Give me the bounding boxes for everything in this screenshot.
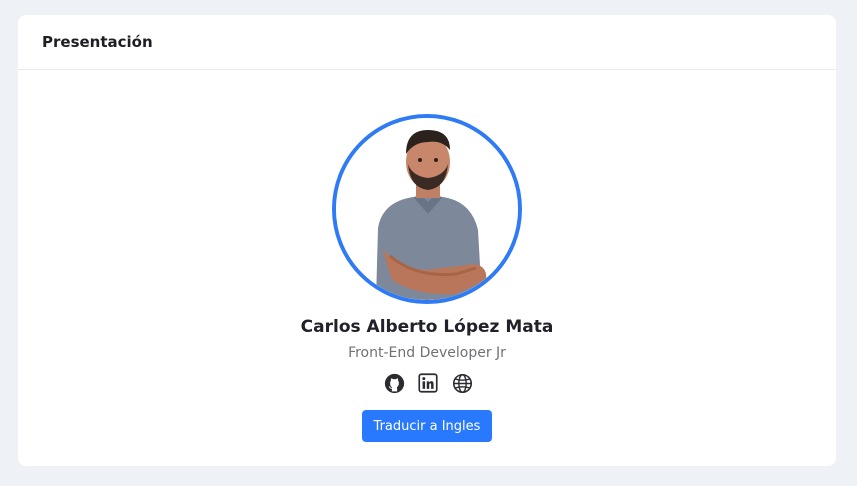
avatar [332, 114, 522, 304]
profile-role: Front-End Developer Jr [348, 345, 506, 361]
presentation-card: Presentación Carlos Alberto López Mata F… [18, 15, 836, 466]
card-header: Presentación [18, 15, 836, 70]
translate-button[interactable]: Traducir a Ingles [362, 410, 492, 442]
globe-icon[interactable] [451, 372, 473, 394]
profile-name: Carlos Alberto López Mata [300, 317, 554, 337]
card-title: Presentación [42, 33, 153, 51]
profile-photo [336, 118, 518, 300]
github-icon[interactable] [383, 372, 405, 394]
social-links [383, 372, 473, 394]
linkedin-icon[interactable] [417, 372, 439, 394]
